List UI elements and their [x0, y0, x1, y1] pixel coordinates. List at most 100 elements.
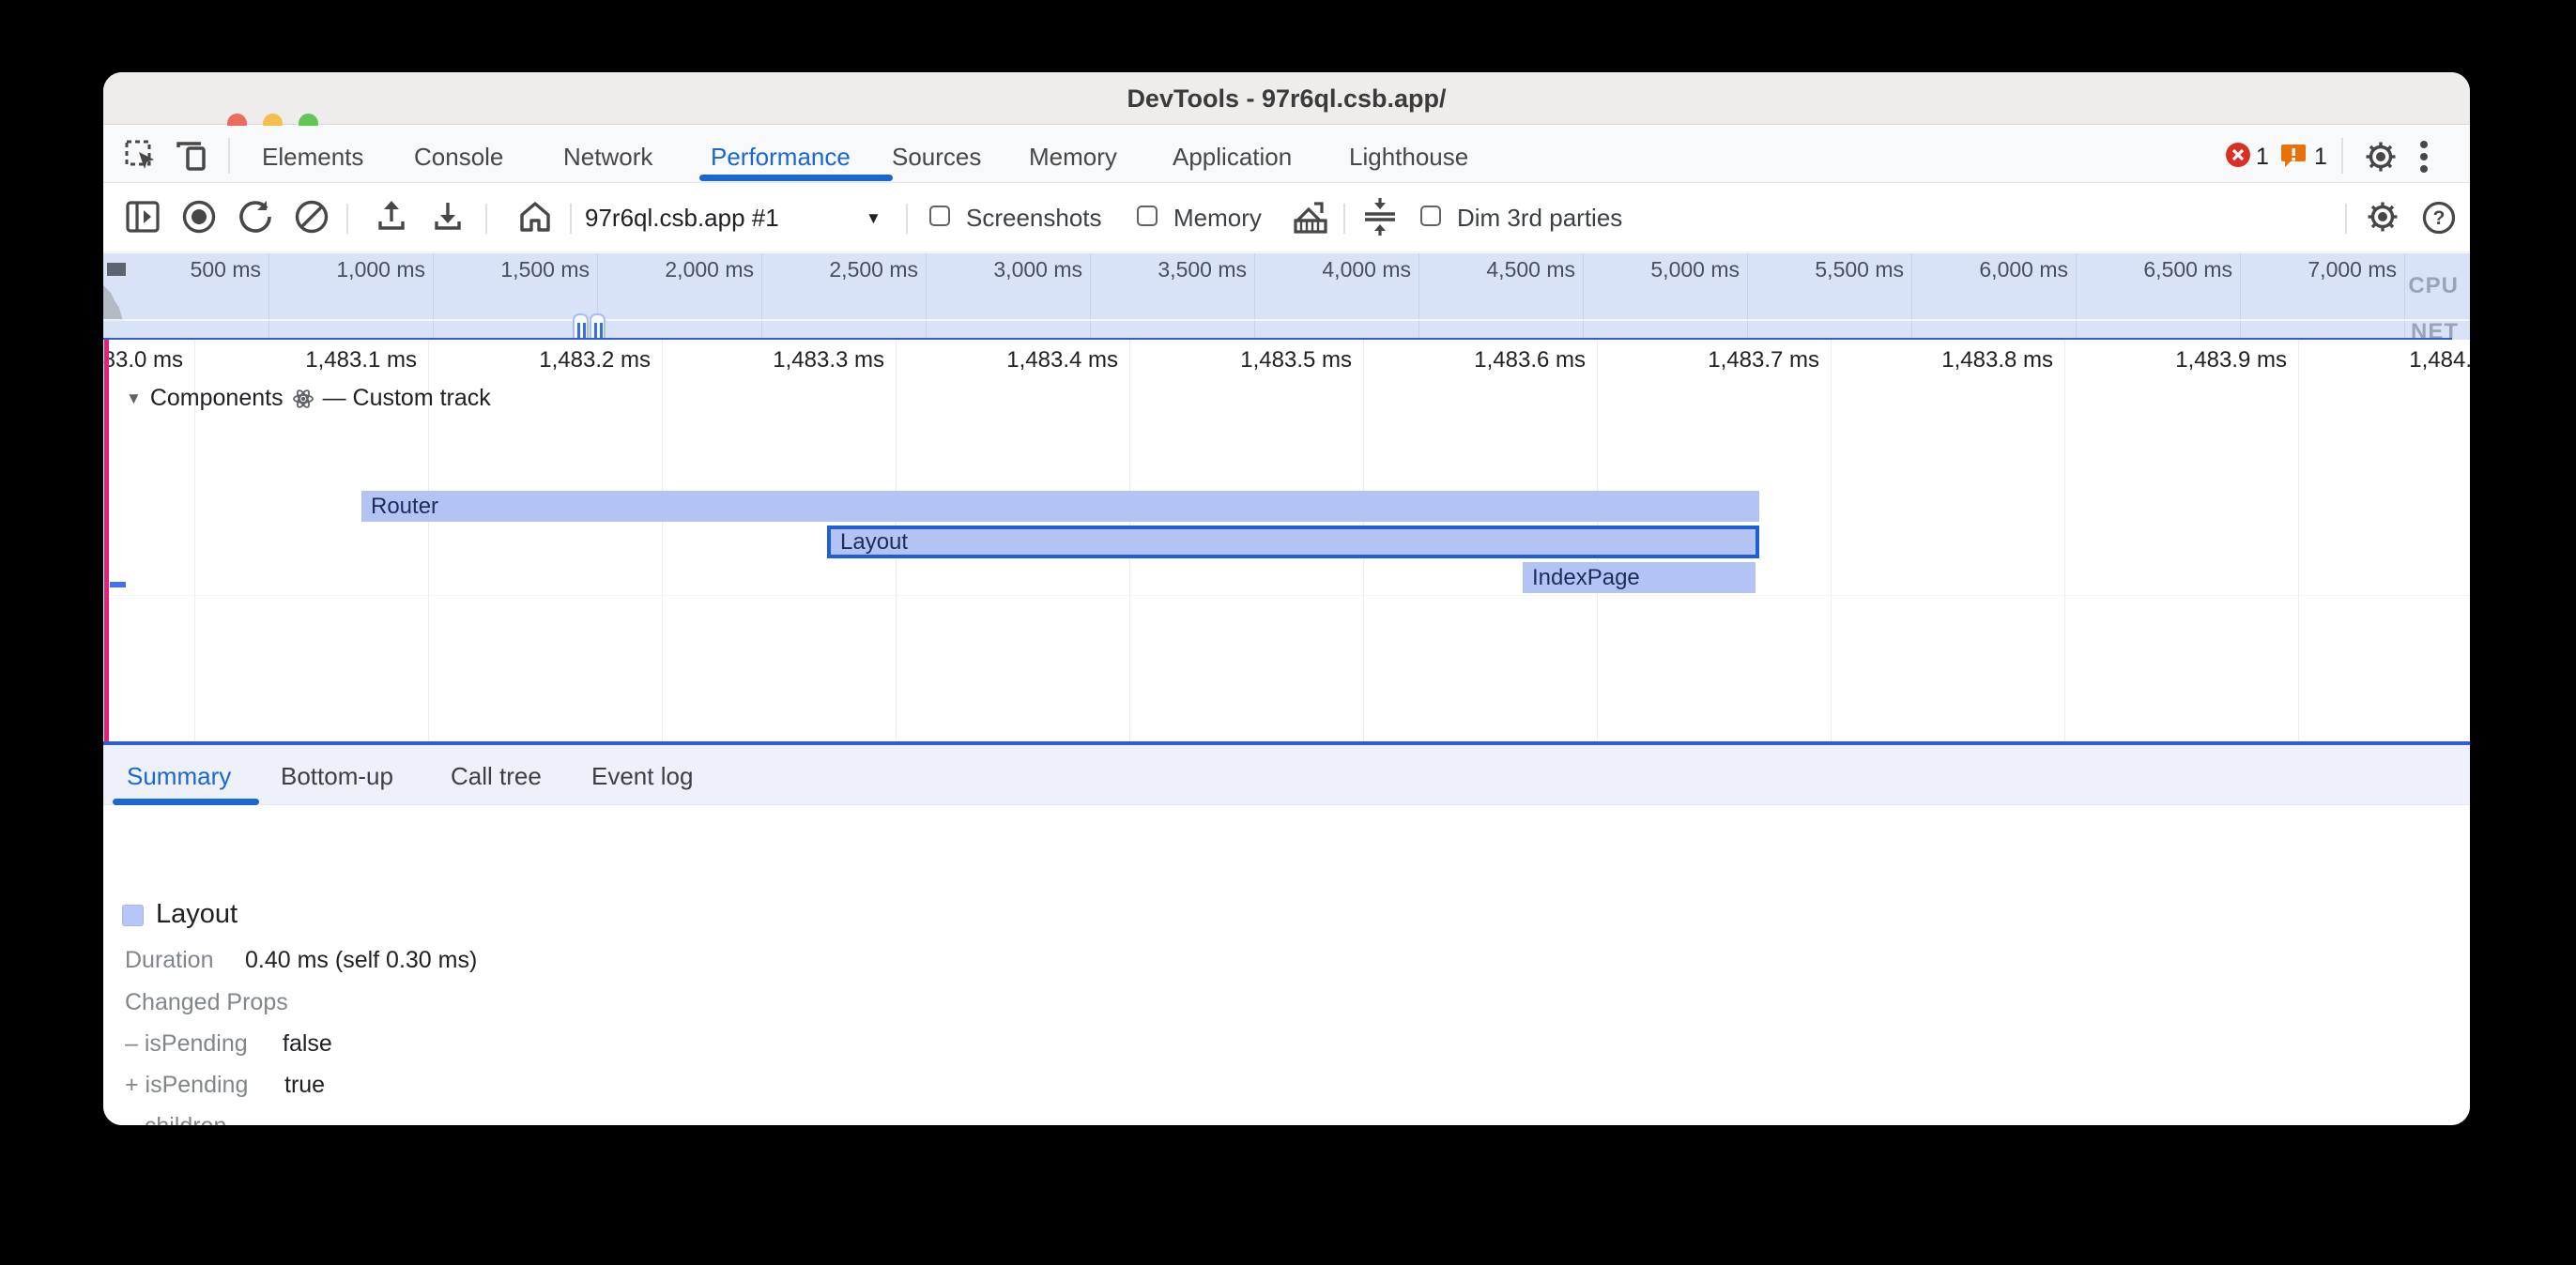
track-header[interactable]: ▼ Components — Custom track: [126, 385, 491, 412]
chevron-down-icon[interactable]: ▼: [866, 209, 882, 228]
tab-summary[interactable]: Summary: [127, 762, 231, 791]
active-tab-underline: [699, 175, 893, 181]
summary-row-label: Changed Props: [125, 989, 288, 1016]
ruler-tick-label: 1,483.6 ms: [1353, 347, 1586, 373]
tab-memory[interactable]: Memory: [1029, 143, 1117, 172]
ruler-tick-label: 1,484.0 ms: [2288, 347, 2470, 373]
reload-record-icon[interactable]: [238, 199, 273, 235]
expander-triangle-icon[interactable]: ▼: [126, 389, 142, 408]
clear-icon[interactable]: [294, 199, 330, 235]
summary-row-label: + isPending: [125, 1072, 248, 1099]
toolbar-separator: [1343, 204, 1345, 234]
record-icon[interactable]: [181, 199, 217, 235]
tabbar-separator: [2341, 138, 2343, 174]
tab-bottom-up[interactable]: Bottom-up: [281, 762, 393, 791]
inspect-element-icon[interactable]: [124, 139, 158, 173]
tab-network[interactable]: Network: [563, 143, 652, 172]
live-metrics-home-icon[interactable]: [516, 199, 554, 235]
details-tab-bar: Summary Bottom-up Call tree Event log: [103, 745, 2470, 805]
timeline-overview[interactable]: 500 ms1,000 ms1,500 ms2,000 ms2,500 ms3,…: [103, 253, 2470, 343]
dim-3rd-parties-label[interactable]: Dim 3rd parties: [1457, 204, 1622, 233]
warning-count[interactable]: 1: [2314, 144, 2327, 171]
tab-elements[interactable]: Elements: [262, 143, 363, 172]
flame-bar-router[interactable]: Router: [361, 491, 1759, 522]
track-title: Components: [150, 385, 284, 412]
overview-tick-label: 3,000 ms: [921, 257, 1082, 282]
settings-gear-icon[interactable]: [2364, 140, 2398, 174]
ruler-tick-label: 1,483.0 ms: [103, 347, 183, 373]
overview-tick-label: 1,000 ms: [264, 257, 425, 282]
react-atom-icon: [292, 388, 314, 410]
screenshots-label[interactable]: Screenshots: [966, 204, 1102, 233]
error-badge-icon[interactable]: [2226, 143, 2250, 167]
tab-sources[interactable]: Sources: [892, 143, 981, 172]
active-details-tab-underline: [113, 799, 259, 805]
tab-application[interactable]: Application: [1173, 143, 1292, 172]
overview-tick-label: 2,500 ms: [757, 257, 918, 282]
dim-3rd-parties-checkbox[interactable]: [1420, 206, 1441, 226]
toggle-sidebar-icon[interactable]: [125, 200, 161, 234]
ruler-tick-label: 1,483.4 ms: [885, 347, 1118, 373]
history-dropdown[interactable]: 97r6ql.csb.app #1: [585, 204, 779, 233]
ruler-tick-label: 1,483.8 ms: [1820, 347, 2053, 373]
summary-row-label: Duration: [125, 947, 214, 974]
tab-event-log[interactable]: Event log: [591, 762, 693, 791]
tabbar-separator: [228, 138, 230, 174]
track-suffix: — Custom track: [323, 385, 491, 412]
ruler-tick-label: 1,483.7 ms: [1587, 347, 1819, 373]
toolbar-separator: [485, 204, 487, 234]
window-title: DevTools - 97r6ql.csb.app/: [103, 84, 2470, 114]
overview-tick-label: 6,500 ms: [2071, 257, 2232, 282]
scroll-indicator: [110, 582, 126, 587]
summary-row-label: – children: [125, 1113, 226, 1125]
toolbar-separator: [570, 204, 572, 234]
overview-gridline: [2404, 253, 2405, 343]
ruler-tick-label: 1,483.3 ms: [652, 347, 884, 373]
svg-text:?: ?: [2433, 207, 2446, 229]
summary-row-value: 0.40 ms (self 0.30 ms): [245, 947, 477, 974]
overview-tick-label: 4,000 ms: [1250, 257, 1411, 282]
ruler-tick-label: 1,483.1 ms: [184, 347, 417, 373]
summary-row-value: ...: [263, 1113, 283, 1125]
overview-tick-label: 3,500 ms: [1085, 257, 1247, 282]
tab-call-tree[interactable]: Call tree: [451, 762, 542, 791]
flame-bar-layout[interactable]: Layout: [827, 526, 1759, 558]
devtools-window: DevTools - 97r6ql.csb.app/ Elements Cons…: [103, 72, 2470, 1125]
save-profile-icon[interactable]: [430, 199, 466, 235]
overview-tick-label: 6,000 ms: [1907, 257, 2068, 282]
warning-badge-icon[interactable]: [2280, 143, 2307, 168]
ruler-tick-label: 1,483.9 ms: [2054, 347, 2287, 373]
more-options-kebab-icon[interactable]: [2418, 140, 2430, 174]
screenshots-checkbox[interactable]: [929, 206, 950, 226]
memory-label[interactable]: Memory: [1173, 204, 1262, 233]
overview-tick-label: 5,000 ms: [1578, 257, 1740, 282]
row-divider: [103, 595, 2470, 596]
cpu-activity-fragment: [107, 263, 126, 276]
device-toolbar-icon[interactable]: [175, 140, 208, 172]
cpu-lane-label: CPU: [2408, 273, 2459, 299]
toolbar-separator: [906, 204, 908, 234]
tab-performance[interactable]: Performance: [711, 143, 851, 172]
summary-event-title: Layout: [156, 899, 238, 930]
flame-bar-indexpage[interactable]: IndexPage: [1523, 562, 1756, 593]
cpu-activity-graph: [103, 280, 131, 321]
memory-checkbox[interactable]: [1137, 206, 1158, 226]
cpu-net-lane-divider: [103, 319, 2470, 321]
collect-garbage-icon[interactable]: [1294, 200, 1327, 236]
help-icon[interactable]: ?: [2421, 200, 2457, 236]
ruler-tick-label: 1,483.2 ms: [418, 347, 651, 373]
error-count[interactable]: 1: [2256, 144, 2269, 171]
overview-tick-label: 4,500 ms: [1414, 257, 1575, 282]
overview-tick-label: 5,500 ms: [1742, 257, 1904, 282]
summary-row-value: true: [284, 1072, 325, 1099]
shortcuts-dialog-icon[interactable]: [1361, 196, 1399, 237]
tab-lighthouse[interactable]: Lighthouse: [1349, 143, 1468, 172]
overview-tick-label: 2,000 ms: [592, 257, 754, 282]
overview-tick-label: 7,000 ms: [2235, 257, 2397, 282]
overview-tick-label: 1,500 ms: [428, 257, 590, 282]
tab-console[interactable]: Console: [414, 143, 503, 172]
ruler-tick-label: 1,483.5 ms: [1119, 347, 1352, 373]
capture-settings-gear-icon[interactable]: [2366, 200, 2400, 234]
load-profile-icon[interactable]: [374, 199, 409, 235]
overview-tick-label: 500 ms: [103, 257, 261, 282]
